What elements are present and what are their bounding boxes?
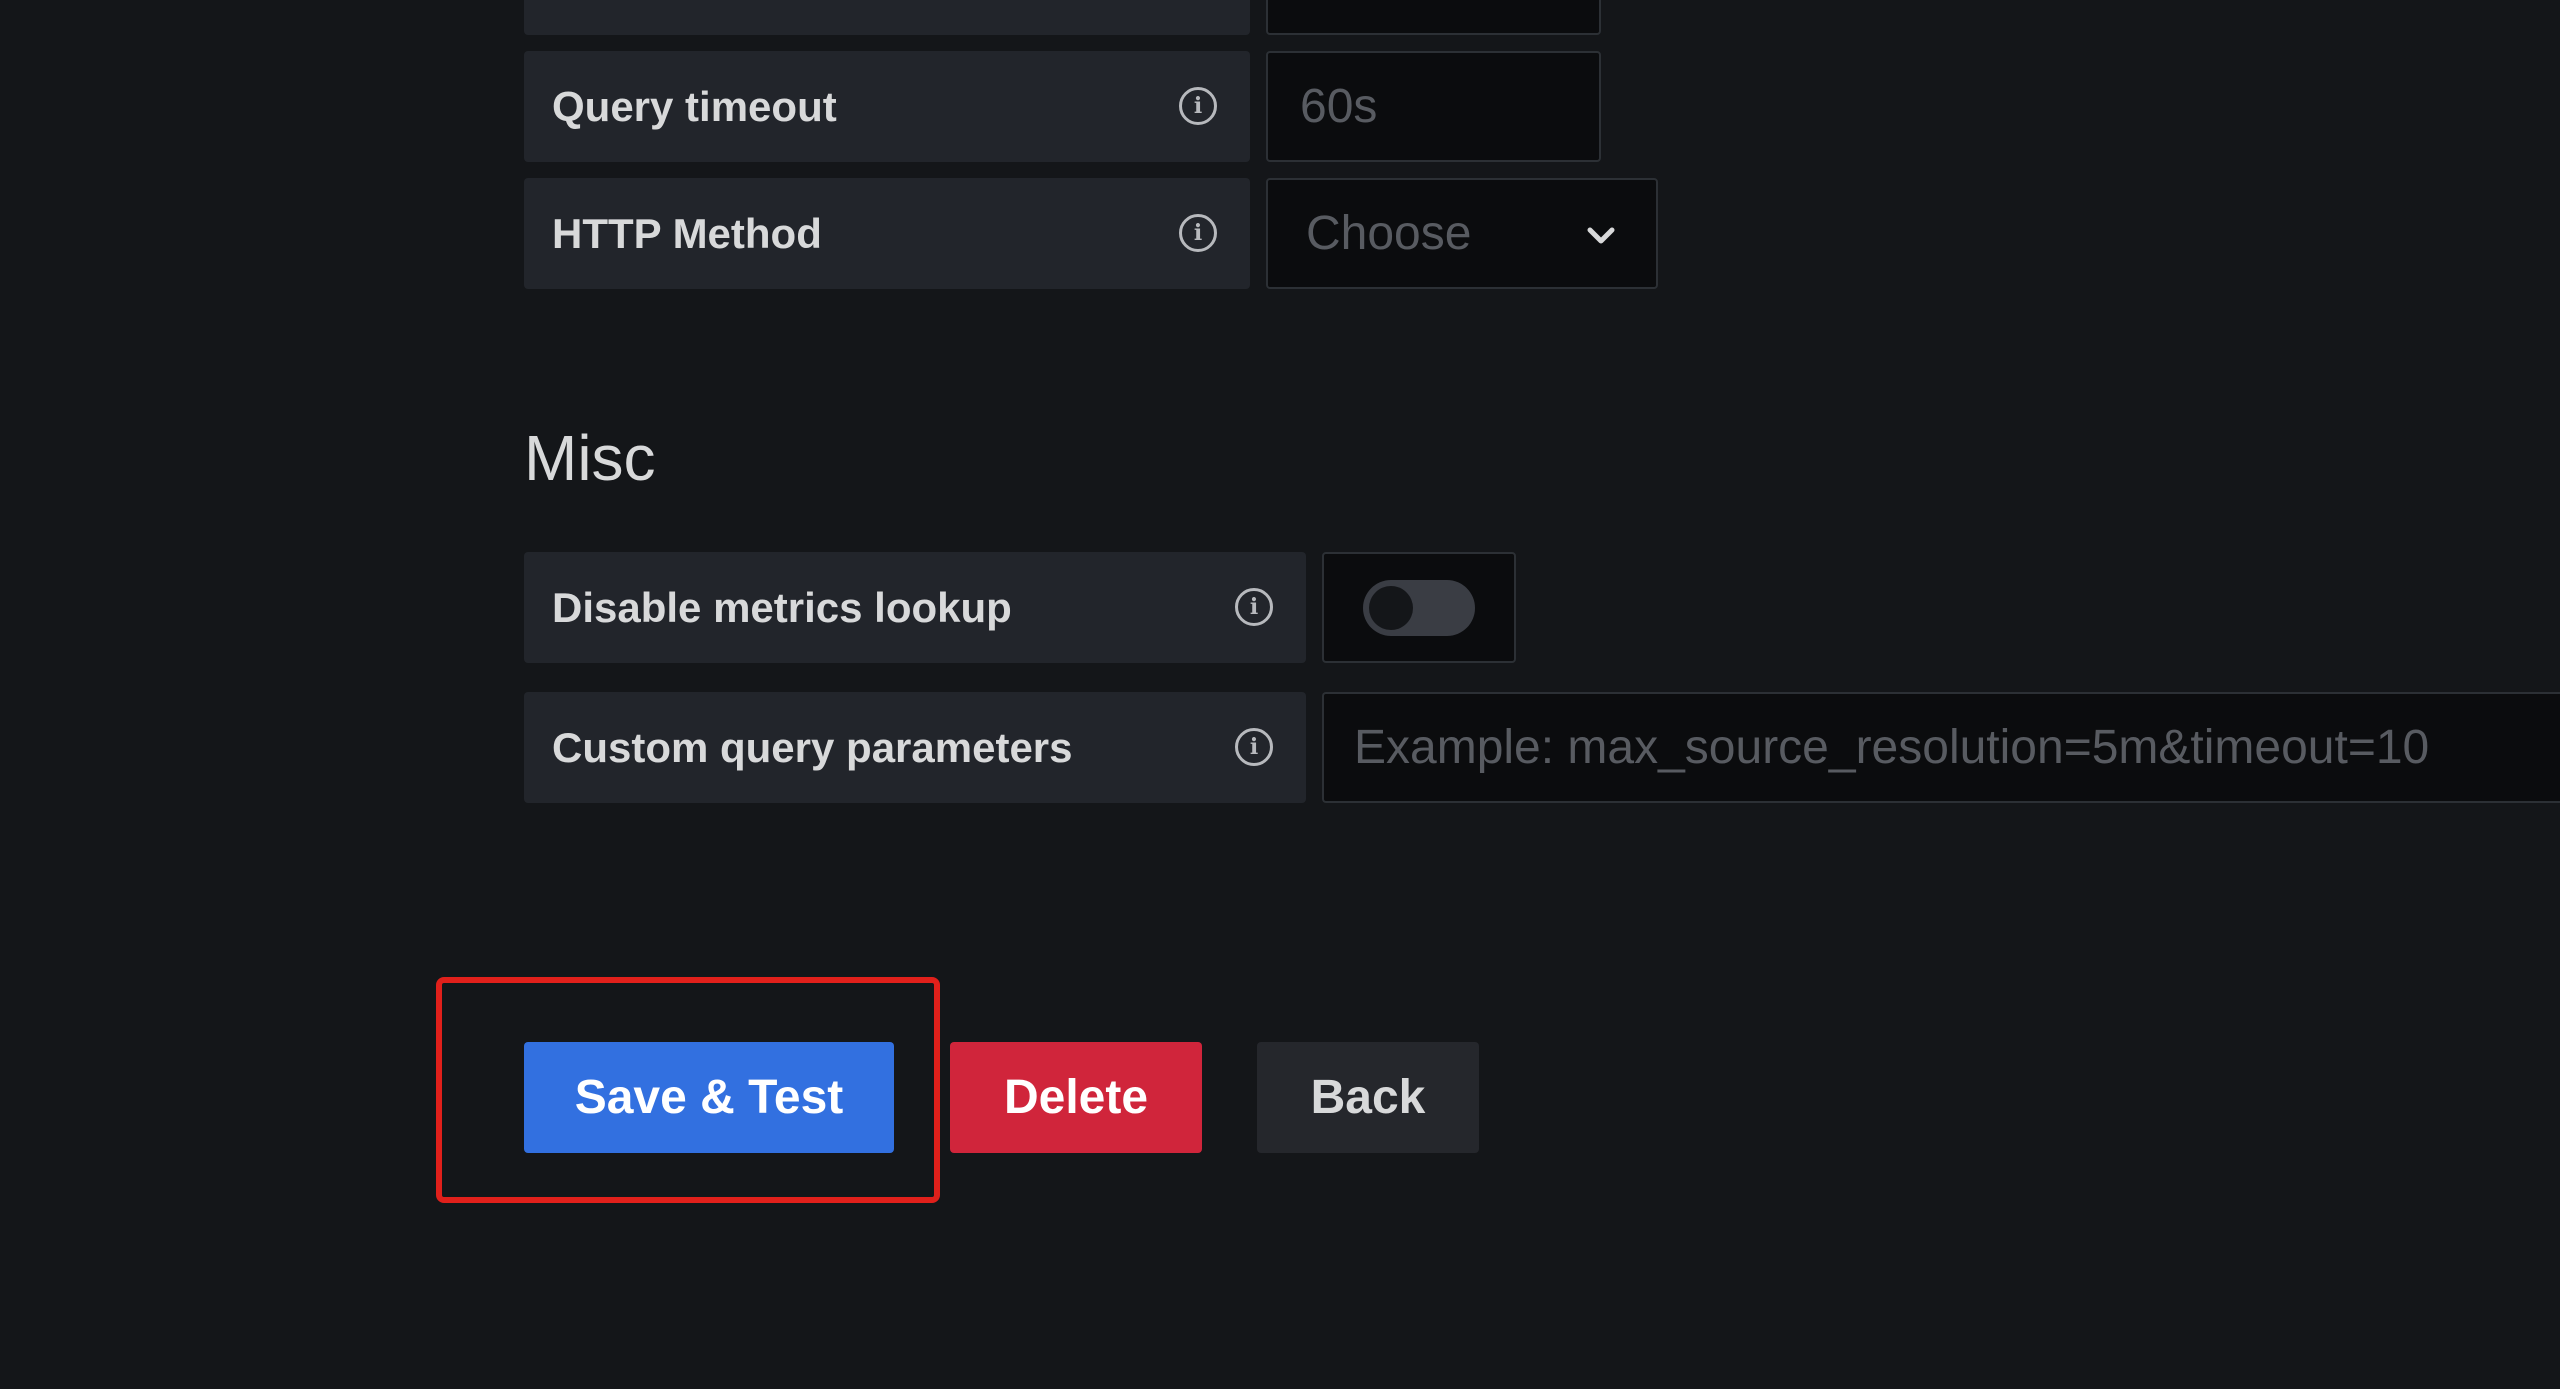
info-icon[interactable]: i [1179, 214, 1217, 252]
http-method-select-value: Choose [1306, 207, 1472, 260]
disable-metrics-lookup-toggle[interactable] [1363, 580, 1475, 636]
info-icon[interactable]: i [1179, 87, 1217, 125]
disable-metrics-lookup-toggle-container [1322, 552, 1516, 663]
query-timeout-label-box: Query timeout i [524, 51, 1250, 162]
back-button-label: Back [1310, 1071, 1426, 1124]
save-test-button[interactable]: Save & Test [524, 1042, 894, 1153]
custom-query-parameters-label-box: Custom query parameters i [524, 692, 1306, 803]
query-timeout-input[interactable] [1266, 51, 1601, 162]
prometheus-type-label-box [524, 0, 1250, 35]
chevron-down-icon [1587, 227, 1615, 244]
custom-query-parameters-input[interactable] [1322, 692, 2560, 803]
query-timeout-label: Query timeout [552, 82, 837, 130]
info-icon[interactable]: i [1235, 588, 1273, 626]
delete-button[interactable]: Delete [950, 1042, 1202, 1153]
save-test-button-label: Save & Test [574, 1071, 844, 1124]
toggle-knob [1369, 586, 1413, 630]
misc-section-heading: Misc [524, 422, 656, 494]
http-method-label-box: HTTP Method i [524, 178, 1250, 289]
prometheus-type-input[interactable] [1266, 0, 1601, 35]
delete-button-label: Delete [1003, 1071, 1149, 1124]
http-method-select[interactable]: Choose [1266, 178, 1658, 289]
disable-metrics-lookup-label-box: Disable metrics lookup i [524, 552, 1306, 663]
info-icon[interactable]: i [1235, 728, 1273, 766]
back-button[interactable]: Back [1257, 1042, 1479, 1153]
http-method-label: HTTP Method [552, 209, 822, 257]
custom-query-parameters-label: Custom query parameters [552, 723, 1073, 771]
disable-metrics-lookup-label: Disable metrics lookup [552, 583, 1012, 631]
